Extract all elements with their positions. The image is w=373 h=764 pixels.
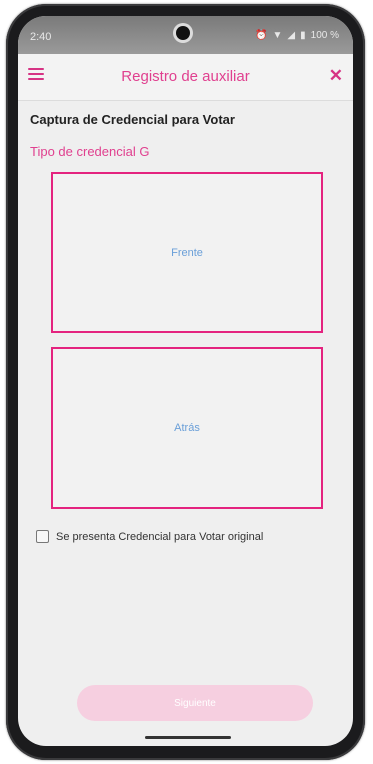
home-indicator bbox=[145, 736, 231, 739]
front-camera bbox=[176, 26, 190, 40]
phone-frame: 2:40 ⏰ ▼ ◢ ▮ 100 % Registro de auxiliar … bbox=[6, 4, 365, 760]
section-title: Captura de Credencial para Votar bbox=[30, 112, 235, 127]
battery-level: 100 % bbox=[310, 30, 339, 41]
wifi-icon: ▼ bbox=[272, 30, 283, 41]
hamburger-menu-icon[interactable] bbox=[28, 68, 44, 82]
alarm-icon: ⏰ bbox=[255, 30, 268, 41]
battery-icon: ▮ bbox=[300, 30, 306, 41]
front-label: Frente bbox=[171, 246, 203, 259]
original-credential-row[interactable]: Se presenta Credencial para Votar origin… bbox=[36, 530, 263, 543]
status-time: 2:40 bbox=[30, 31, 52, 43]
app-bar: Registro de auxiliar ✕ bbox=[18, 54, 353, 101]
close-icon[interactable]: ✕ bbox=[329, 66, 343, 86]
original-credential-label: Se presenta Credencial para Votar origin… bbox=[56, 530, 264, 543]
app-screen: 2:40 ⏰ ▼ ◢ ▮ 100 % Registro de auxiliar … bbox=[18, 16, 353, 746]
status-icons: ⏰ ▼ ◢ ▮ 100 % bbox=[255, 30, 339, 41]
page-title: Registro de auxiliar bbox=[121, 68, 250, 85]
capture-back-button[interactable]: Atrás bbox=[51, 347, 323, 509]
status-bar: 2:40 ⏰ ▼ ◢ ▮ 100 % bbox=[18, 16, 353, 54]
continue-button[interactable]: Siguiente bbox=[77, 685, 313, 721]
capture-front-button[interactable]: Frente bbox=[51, 172, 323, 333]
original-credential-checkbox[interactable] bbox=[36, 530, 49, 543]
signal-icon: ◢ bbox=[287, 30, 296, 41]
credential-type-label: Tipo de credencial G bbox=[30, 144, 150, 159]
back-label: Atrás bbox=[174, 422, 200, 434]
